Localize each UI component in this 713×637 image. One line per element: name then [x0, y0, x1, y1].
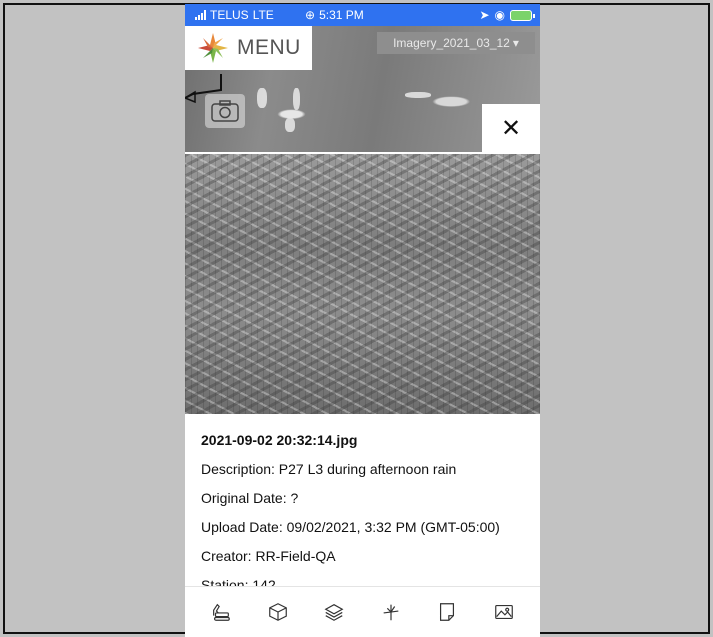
- layers-icon: [324, 603, 344, 621]
- toolbar-layers-button[interactable]: [317, 595, 351, 629]
- lock-rotation-icon: ⊕: [305, 8, 316, 22]
- toolbar-note-button[interactable]: [430, 595, 464, 629]
- compass-star-logo: [198, 33, 228, 63]
- close-icon: ✕: [500, 114, 522, 142]
- toolbar-measure-button[interactable]: [374, 595, 408, 629]
- photo-original-date: Original Date: ?: [201, 490, 299, 506]
- image-icon: [494, 604, 513, 620]
- photo-description: Description: P27 L3 during afternoon rai…: [201, 461, 457, 477]
- camera-icon: [211, 100, 239, 122]
- time-label: 5:31 PM: [319, 8, 364, 22]
- status-icons: ➤ ◉: [479, 8, 535, 22]
- menu-button[interactable]: MENU: [185, 26, 312, 70]
- battery-icon: [510, 9, 535, 21]
- bottom-toolbar: [185, 586, 540, 637]
- camera-button[interactable]: [205, 94, 245, 128]
- menu-label: MENU: [237, 36, 301, 59]
- alarm-icon: ◉: [494, 8, 505, 22]
- carrier-info: TELUS LTE: [195, 8, 274, 22]
- photo-details: 2021-09-02 20:32:14.jpg Description: P27…: [201, 426, 531, 600]
- location-arrow-icon: ➤: [479, 8, 490, 22]
- close-button[interactable]: ✕: [482, 104, 540, 152]
- phone-screen: TELUS LTE ⊕ 5:31 PM ➤ ◉ MENU Imagery_202…: [185, 4, 540, 637]
- carrier-label: TELUS: [210, 8, 249, 22]
- photo-upload-date: Upload Date: 09/02/2021, 3:32 PM (GMT-05…: [201, 519, 500, 535]
- signal-icon: [195, 10, 206, 20]
- status-bar: TELUS LTE ⊕ 5:31 PM ➤ ◉: [185, 4, 540, 26]
- toolbar-excavator-button[interactable]: [204, 595, 238, 629]
- toolbar-image-button[interactable]: [487, 595, 521, 629]
- imagery-selected-value: Imagery_2021_03_12: [393, 36, 510, 50]
- excavator-icon: [213, 603, 231, 621]
- field-photo: [185, 152, 540, 414]
- photo-creator: Creator: RR-Field-QA: [201, 548, 336, 564]
- clock: ⊕ 5:31 PM: [305, 8, 364, 22]
- cube-icon: [268, 603, 287, 621]
- toolbar-cube-button[interactable]: [261, 595, 295, 629]
- network-label: LTE: [252, 8, 274, 22]
- imagery-dropdown[interactable]: Imagery_2021_03_12 ▾: [377, 32, 535, 54]
- measure-icon: [383, 604, 399, 621]
- caret-down-icon: ▾: [512, 36, 519, 50]
- note-icon: [440, 603, 455, 621]
- map-view[interactable]: MENU Imagery_2021_03_12 ▾ ✕: [185, 26, 540, 152]
- photo-filename: 2021-09-02 20:32:14.jpg: [201, 432, 358, 448]
